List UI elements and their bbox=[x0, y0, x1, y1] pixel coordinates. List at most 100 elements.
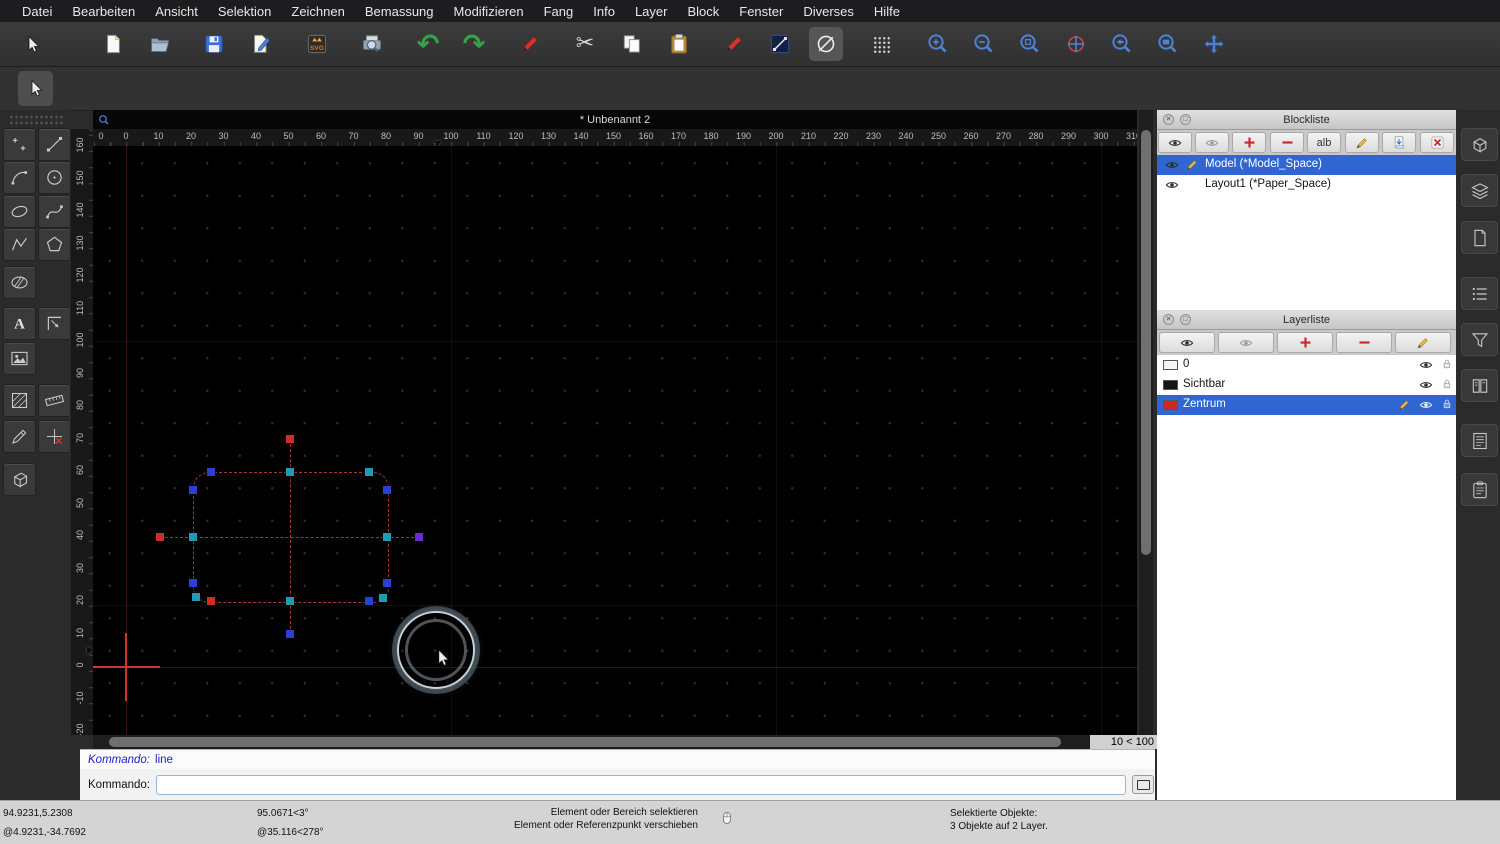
zoom-previous-button[interactable] bbox=[1105, 27, 1139, 61]
paste-button[interactable] bbox=[662, 27, 696, 61]
remove-layer-button[interactable] bbox=[1336, 332, 1392, 353]
select-cursor-button[interactable] bbox=[15, 27, 49, 61]
block-list-item[interactable]: Model (*Model_Space) bbox=[1157, 155, 1456, 175]
undo-button[interactable]: ↶ bbox=[411, 27, 445, 61]
selection-handle-red[interactable] bbox=[285, 434, 295, 444]
close-icon[interactable] bbox=[1163, 114, 1174, 125]
horizontal-scrollbar-thumb[interactable] bbox=[109, 737, 1061, 747]
selection-handle-cyan[interactable] bbox=[382, 532, 392, 542]
redo-button[interactable]: ↷ bbox=[457, 27, 491, 61]
selection-handle-red[interactable] bbox=[206, 596, 216, 606]
selection-filter-dock-button[interactable] bbox=[1461, 323, 1498, 356]
edit-block-button[interactable] bbox=[1345, 132, 1379, 153]
new-file-button[interactable] bbox=[96, 27, 130, 61]
horizontal-scrollbar[interactable] bbox=[93, 735, 1090, 749]
vertical-scrollbar[interactable] bbox=[1139, 110, 1153, 735]
eye-icon[interactable] bbox=[1419, 398, 1433, 415]
edit-layer-button[interactable] bbox=[1395, 332, 1451, 353]
selection-handle-cyan[interactable] bbox=[378, 593, 388, 603]
zoom-redraw-button[interactable] bbox=[1059, 27, 1093, 61]
circle-tool-button[interactable] bbox=[38, 161, 71, 194]
library-panel-dock-button[interactable] bbox=[1461, 221, 1498, 254]
selection-handle-purple[interactable] bbox=[414, 532, 424, 542]
snap-tool-button[interactable] bbox=[38, 420, 71, 453]
polygon-tool-button[interactable] bbox=[38, 228, 71, 261]
rename-block-button[interactable]: alb bbox=[1307, 132, 1341, 153]
close-icon[interactable] bbox=[1163, 314, 1174, 325]
drawing-canvas[interactable] bbox=[93, 146, 1137, 735]
layer-list-item[interactable]: Sichtbar bbox=[1157, 375, 1456, 395]
selection-handle-blue[interactable] bbox=[206, 467, 216, 477]
selection-handle-blue[interactable] bbox=[188, 485, 198, 495]
lock-icon[interactable] bbox=[1441, 378, 1453, 393]
center-line-horizontal[interactable] bbox=[160, 537, 419, 538]
eye-icon[interactable] bbox=[1419, 358, 1433, 375]
export-svg-button[interactable]: SVG bbox=[300, 27, 334, 61]
hatch-ellipse-tool-button[interactable] bbox=[3, 266, 36, 299]
eye-icon[interactable] bbox=[1165, 178, 1179, 195]
layer-panel-dock-button[interactable] bbox=[1461, 174, 1498, 207]
menu-zeichnen[interactable]: Zeichnen bbox=[281, 4, 354, 19]
menu-datei[interactable]: Datei bbox=[12, 4, 62, 19]
open-file-button[interactable] bbox=[143, 27, 177, 61]
selection-handle-blue[interactable] bbox=[364, 596, 374, 606]
selection-handle-cyan[interactable] bbox=[364, 467, 374, 477]
spline-tool-button[interactable] bbox=[38, 195, 71, 228]
menu-info[interactable]: Info bbox=[583, 4, 625, 19]
eye-icon[interactable] bbox=[1419, 378, 1433, 395]
command-input[interactable] bbox=[156, 774, 1127, 795]
pencil-icon[interactable] bbox=[1397, 398, 1411, 415]
edit-pen-button[interactable] bbox=[717, 27, 751, 61]
line-attributes-button[interactable] bbox=[763, 27, 797, 61]
book-panel-dock-button[interactable] bbox=[1461, 369, 1498, 402]
text-tool-button[interactable]: A bbox=[3, 307, 36, 340]
menu-bearbeiten[interactable]: Bearbeiten bbox=[62, 4, 145, 19]
modify-tool-button[interactable] bbox=[3, 420, 36, 453]
add-layer-button[interactable] bbox=[1277, 332, 1333, 353]
toggle-layer-visibility-button[interactable] bbox=[1159, 332, 1215, 353]
lock-icon[interactable] bbox=[1441, 398, 1453, 413]
lock-icon[interactable] bbox=[1441, 358, 1453, 373]
selection-handle-blue[interactable] bbox=[285, 629, 295, 639]
eye-icon[interactable] bbox=[1165, 158, 1179, 175]
toggle-block-visibility-button[interactable] bbox=[1158, 132, 1192, 153]
remove-block-button[interactable] bbox=[1270, 132, 1304, 153]
circle-tool-active-button[interactable] bbox=[809, 27, 843, 61]
hatch-tool-button[interactable] bbox=[3, 384, 36, 417]
delete-block-button[interactable] bbox=[1420, 132, 1454, 153]
block-list-item[interactable]: Layout1 (*Paper_Space) bbox=[1157, 175, 1456, 195]
menu-selektion[interactable]: Selektion bbox=[208, 4, 281, 19]
zoom-auto-button[interactable] bbox=[1013, 27, 1047, 61]
block-panel-dock-button[interactable] bbox=[1461, 128, 1498, 161]
measure-tool-button[interactable] bbox=[38, 384, 71, 417]
save-as-button[interactable] bbox=[244, 27, 278, 61]
menu-bemassung[interactable]: Bemassung bbox=[355, 4, 444, 19]
cut-button[interactable]: ✂ bbox=[568, 27, 602, 61]
menu-ansicht[interactable]: Ansicht bbox=[145, 4, 208, 19]
layer-list-item[interactable]: 0 bbox=[1157, 355, 1456, 375]
print-preview-button[interactable] bbox=[355, 27, 389, 61]
menu-diverses[interactable]: Diverses bbox=[793, 4, 864, 19]
selection-handle-blue[interactable] bbox=[382, 578, 392, 588]
zoom-pan-button[interactable] bbox=[1197, 27, 1231, 61]
selection-handle-cyan[interactable] bbox=[188, 532, 198, 542]
insert-block-button[interactable] bbox=[1382, 132, 1416, 153]
image-tool-button[interactable] bbox=[3, 342, 36, 375]
points-tool-button[interactable] bbox=[3, 128, 36, 161]
toggle-all-layer-visibility-button[interactable] bbox=[1218, 332, 1274, 353]
clipboard-panel-dock-button[interactable] bbox=[1461, 473, 1498, 506]
float-panel-icon[interactable] bbox=[1180, 114, 1191, 125]
command-panel-dock-button[interactable] bbox=[1461, 277, 1498, 310]
copy-button[interactable] bbox=[615, 27, 649, 61]
menu-fenster[interactable]: Fenster bbox=[729, 4, 793, 19]
layer-panel-titlebar[interactable]: Layerliste bbox=[1157, 310, 1456, 330]
polyline-tool-button[interactable] bbox=[3, 228, 36, 261]
save-button[interactable] bbox=[197, 27, 231, 61]
selection-handle-blue[interactable] bbox=[188, 578, 198, 588]
zoom-out-button[interactable] bbox=[967, 27, 1001, 61]
line-tool-button[interactable] bbox=[38, 128, 71, 161]
menu-hilfe[interactable]: Hilfe bbox=[864, 4, 910, 19]
palette-grip-handle[interactable] bbox=[8, 114, 63, 126]
selection-handle-cyan[interactable] bbox=[285, 596, 295, 606]
selection-handle-blue[interactable] bbox=[382, 485, 392, 495]
